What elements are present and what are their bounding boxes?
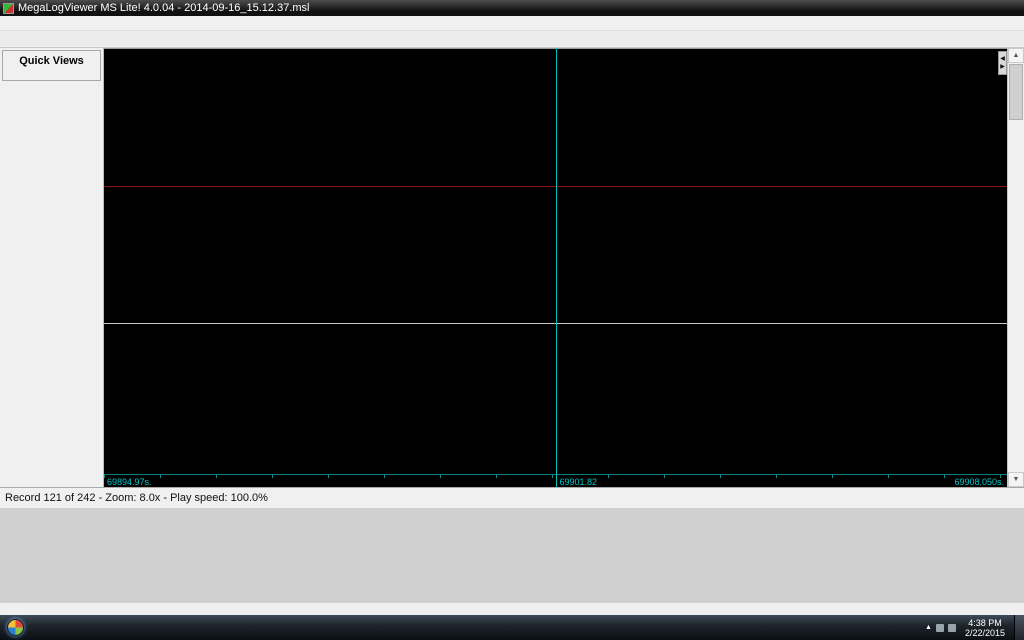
window-title: MegaLogViewer MS Lite! 4.0.04 - 2014-09-… xyxy=(18,2,310,14)
windows-logo-icon xyxy=(7,619,24,636)
scrollbar-track[interactable] xyxy=(1008,121,1024,472)
time-start-label: 69894.97s. xyxy=(107,477,152,487)
quick-views-title: Quick Views xyxy=(19,55,84,67)
tray-network-icon[interactable] xyxy=(947,623,956,632)
record-status-text: Record 121 of 242 - Zoom: 8.0x - Play sp… xyxy=(5,492,268,504)
scroll-down-icon[interactable]: ▼ xyxy=(1008,472,1024,487)
app-icon xyxy=(3,2,14,14)
quick-views-sidebar: Quick Views xyxy=(0,48,104,487)
splitter-left-icon[interactable]: ◀ xyxy=(1000,55,1005,63)
time-end-label: 69908.050s. xyxy=(954,477,1004,487)
scroll-up-icon[interactable]: ▲ xyxy=(1008,48,1024,63)
taskbar-clock[interactable]: 4:38 PM 2/22/2015 xyxy=(960,618,1010,638)
time-cursor-label: 69901.82 xyxy=(559,477,598,487)
main-area: Quick Views 69894.97s. 69901.82 69908.05… xyxy=(0,48,1024,487)
clock-date: 2/22/2015 xyxy=(964,627,1005,638)
splitter-right-icon[interactable]: ▶ xyxy=(1000,63,1005,71)
title-bar: MegaLogViewer MS Lite! 4.0.04 - 2014-09-… xyxy=(0,0,1024,16)
start-button[interactable] xyxy=(2,616,29,639)
tab-row xyxy=(0,31,1024,48)
gauge-grid xyxy=(0,508,1024,603)
vertical-scrollbar[interactable]: ▲ ▼ xyxy=(1007,48,1024,487)
splitter-handle[interactable]: ◀ ▶ xyxy=(998,51,1007,75)
status-bar: Record 121 of 242 - Zoom: 8.0x - Play sp… xyxy=(0,487,1024,508)
clock-time: 4:38 PM xyxy=(968,617,1002,628)
windows-taskbar: ▲ 4:38 PM 2/22/2015 xyxy=(0,615,1024,640)
show-desktop-button[interactable] xyxy=(1014,615,1024,640)
tray-status-icon[interactable] xyxy=(935,623,944,632)
quick-views-panel: Quick Views xyxy=(2,50,101,81)
menu-bar xyxy=(0,16,1024,31)
scrollbar-thumb[interactable] xyxy=(1009,64,1023,120)
megalogviewer-window: MegaLogViewer MS Lite! 4.0.04 - 2014-09-… xyxy=(0,0,1024,640)
system-tray: ▲ 4:38 PM 2/22/2015 xyxy=(925,615,1024,640)
tray-expand-icon[interactable]: ▲ xyxy=(925,624,932,631)
graph-area[interactable]: 69894.97s. 69901.82 69908.050s. ◀ ▶ xyxy=(104,48,1007,487)
playback-cursor-line xyxy=(555,48,557,487)
